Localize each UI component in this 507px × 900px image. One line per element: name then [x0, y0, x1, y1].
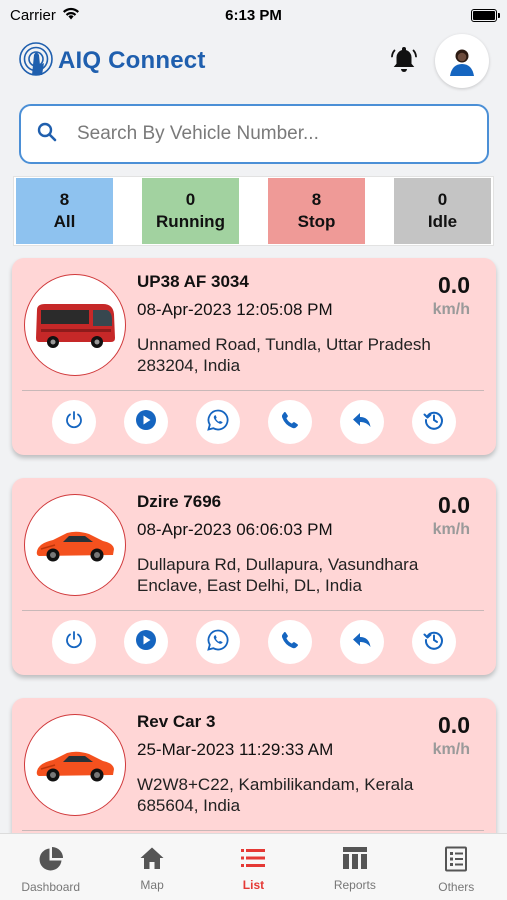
search-icon — [37, 122, 57, 147]
tab-list[interactable]: List — [203, 846, 303, 892]
reply-button[interactable] — [340, 400, 384, 444]
tab-map[interactable]: Map — [102, 846, 202, 892]
filter-all-label: All — [53, 212, 76, 231]
history-button[interactable] — [412, 400, 456, 444]
app-header: AIQ Connect — [0, 30, 507, 92]
car-icon — [24, 494, 126, 596]
logo-icon — [18, 41, 54, 82]
play-icon — [135, 409, 157, 436]
whatsapp-button[interactable] — [196, 400, 240, 444]
filter-idle-count: 0 — [437, 190, 448, 209]
call-button[interactable] — [268, 400, 312, 444]
reply-icon — [352, 411, 372, 434]
vehicle-address: Dullapura Rd, Dullapura, Vasundhara Encl… — [137, 555, 419, 595]
power-button[interactable] — [52, 400, 96, 444]
vehicle-timestamp: 25-Mar-2023 11:29:33 AM — [137, 740, 334, 759]
status-bar: Carrier 6:13 PM — [0, 0, 507, 30]
divider — [22, 830, 484, 831]
document-icon — [444, 846, 468, 875]
filter-stop-label: Stop — [297, 212, 336, 231]
battery-icon — [471, 8, 500, 22]
tab-reports-label: Reports — [333, 878, 376, 892]
pie-chart-icon — [38, 846, 64, 875]
reply-icon — [352, 631, 372, 654]
vehicle-timestamp: 08-Apr-2023 06:06:03 PM — [137, 520, 333, 539]
speed-unit: km/h — [432, 741, 470, 758]
history-icon — [423, 409, 445, 436]
tab-list-label: List — [242, 878, 265, 892]
vehicle-address: W2W8+C22, Kambilikandam, Kerala 685604, … — [137, 775, 414, 815]
divider — [22, 390, 484, 391]
filter-running-count: 0 — [185, 190, 196, 209]
carrier-label: Carrier — [10, 6, 56, 24]
bus-icon — [24, 274, 126, 376]
tab-reports[interactable]: Reports — [305, 846, 405, 892]
vehicle-card[interactable]: UP38 AF 3034 08-Apr-2023 12:05:08 PM Unn… — [12, 258, 496, 455]
vehicle-timestamp: 08-Apr-2023 12:05:08 PM — [137, 300, 333, 319]
vehicle-speed: 0.0 — [438, 272, 470, 298]
notification-bell-icon[interactable] — [391, 45, 417, 78]
app-title: AIQ Connect — [58, 47, 206, 74]
tab-others[interactable]: Others — [406, 846, 506, 894]
speed-unit: km/h — [432, 301, 470, 318]
vehicle-card[interactable]: Rev Car 3 25-Mar-2023 11:29:33 AM W2W8+C… — [12, 698, 496, 833]
whatsapp-icon — [206, 408, 230, 437]
vehicle-speed: 0.0 — [438, 492, 470, 518]
history-icon — [423, 629, 445, 656]
bottom-tab-bar: Dashboard Map List Reports Others — [0, 833, 507, 900]
vehicle-speed: 0.0 — [438, 712, 470, 738]
tab-dashboard[interactable]: Dashboard — [1, 846, 101, 894]
call-button[interactable] — [268, 620, 312, 664]
car-icon — [24, 714, 126, 816]
tab-map-label: Map — [140, 878, 164, 892]
vehicle-actions — [52, 400, 456, 444]
play-icon — [135, 629, 157, 656]
vehicle-card[interactable]: Dzire 7696 08-Apr-2023 06:06:03 PM Dulla… — [12, 478, 496, 675]
tab-others-label: Others — [438, 880, 475, 894]
filter-running-label: Running — [156, 212, 225, 231]
brand: AIQ Connect — [18, 41, 206, 82]
tab-dashboard-label: Dashboard — [21, 880, 81, 894]
vehicle-name: UP38 AF 3034 — [137, 272, 249, 291]
vehicle-name: Rev Car 3 — [137, 712, 216, 731]
search-input[interactable] — [77, 123, 471, 145]
home-icon — [139, 846, 165, 873]
status-filters: 8 All 0 Running 8 Stop 0 Idle — [13, 176, 494, 246]
search-box[interactable] — [19, 104, 489, 164]
wifi-icon — [62, 7, 80, 24]
filter-running[interactable]: 0 Running — [142, 178, 239, 244]
power-icon — [64, 410, 84, 435]
vehicle-address: Unnamed Road, Tundla, Uttar Pradesh 2832… — [137, 335, 431, 375]
reply-button[interactable] — [340, 620, 384, 664]
avatar[interactable] — [435, 34, 489, 88]
whatsapp-button[interactable] — [196, 620, 240, 664]
table-icon — [342, 846, 368, 873]
power-icon — [64, 630, 84, 655]
history-button[interactable] — [412, 620, 456, 664]
filter-idle-label: Idle — [427, 212, 458, 231]
vehicle-name: Dzire 7696 — [137, 492, 222, 511]
phone-icon — [280, 410, 300, 435]
power-button[interactable] — [52, 620, 96, 664]
filter-all-count: 8 — [59, 190, 70, 209]
list-icon — [240, 846, 266, 873]
filter-idle[interactable]: 0 Idle — [394, 178, 491, 244]
divider — [22, 610, 484, 611]
phone-icon — [280, 630, 300, 655]
play-button[interactable] — [124, 620, 168, 664]
play-button[interactable] — [124, 400, 168, 444]
whatsapp-icon — [206, 628, 230, 657]
filter-stop[interactable]: 8 Stop — [268, 178, 365, 244]
vehicle-list: UP38 AF 3034 08-Apr-2023 12:05:08 PM Unn… — [0, 256, 507, 833]
filter-stop-count: 8 — [311, 190, 322, 209]
filter-all[interactable]: 8 All — [16, 178, 113, 244]
vehicle-actions — [52, 620, 456, 664]
speed-unit: km/h — [432, 521, 470, 538]
